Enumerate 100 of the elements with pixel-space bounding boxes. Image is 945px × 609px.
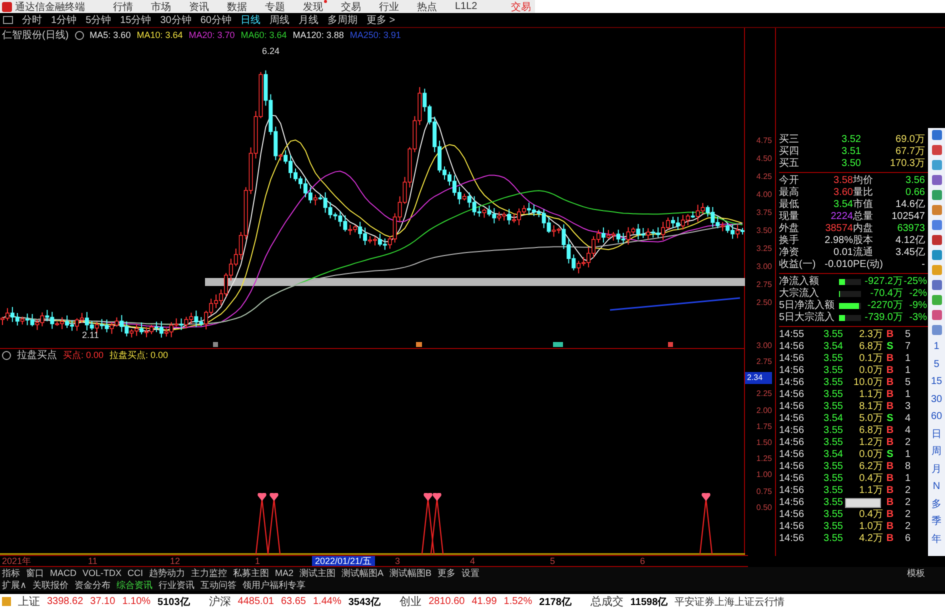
menu-item[interactable]: 行业 [379, 0, 403, 14]
indicator-tab[interactable]: 私募主图 [233, 566, 270, 580]
index-name: 沪深 [208, 594, 231, 609]
extension-tab[interactable]: 互动问答 [200, 578, 237, 592]
indicator-tab[interactable]: 更多 [438, 566, 456, 580]
extension-tab[interactable]: 综合资讯 [116, 578, 153, 592]
stat-label: 收益(一) [779, 259, 817, 271]
indicator-tab[interactable]: MACD [50, 568, 76, 578]
indicator-tab[interactable]: 指标 [2, 566, 20, 580]
tile-icon[interactable] [932, 310, 942, 320]
indicator-tab[interactable]: CCI [128, 568, 144, 578]
indicator-tab[interactable]: 测试幅图B [390, 566, 432, 580]
period-tab[interactable]: 多周期 [328, 13, 358, 27]
indicator-value: 买点: 0.00 [63, 348, 104, 362]
period-tab[interactable]: 30分钟 [160, 13, 192, 27]
trade-side: S [886, 341, 894, 353]
trade-volume: 6.8万 [859, 425, 883, 436]
trade-price: 3.55 [822, 377, 843, 389]
tile-icon[interactable] [932, 160, 942, 170]
flow-percent: -3% [908, 312, 927, 324]
tile-icon[interactable] [932, 265, 942, 275]
tile-icon[interactable] [932, 325, 942, 335]
menu-item[interactable]: 资讯 [189, 0, 213, 14]
circle-icon[interactable] [74, 30, 84, 40]
stat-value: 3.45亿 [894, 247, 925, 259]
period-button[interactable]: 15 [930, 373, 942, 390]
tile-icon[interactable] [932, 235, 942, 245]
stat-label: 最高 [779, 187, 800, 199]
period-button[interactable]: 周 [932, 443, 942, 460]
indicator-tab[interactable]: 主力监控 [191, 566, 228, 580]
trade-side: B [885, 485, 895, 497]
menu-item[interactable]: 行情 [113, 0, 137, 14]
trade-link[interactable]: 交易 [511, 0, 531, 14]
tile-icon[interactable] [932, 130, 942, 140]
period-tab[interactable]: 月线 [298, 13, 318, 27]
stat-label: 外盘 [779, 223, 800, 234]
menu-item[interactable]: 交易 [341, 0, 365, 14]
extension-tab[interactable]: 行业资讯 [158, 578, 195, 592]
flow-value: -739.0万 [864, 312, 903, 324]
trade-side: B [885, 533, 895, 545]
period-button[interactable]: 多 [932, 496, 942, 513]
tile-icon[interactable] [932, 175, 942, 185]
indicator-tab[interactable]: MA2 [275, 568, 294, 578]
trade-volume: 0.4万 [859, 473, 883, 484]
menu-item[interactable]: 市场 [151, 0, 175, 14]
menu-item[interactable]: 发现 [303, 0, 327, 14]
period-button[interactable]: 年 [932, 530, 942, 548]
period-tab[interactable]: 60分钟 [200, 13, 232, 27]
period-button[interactable]: 月 [932, 460, 942, 478]
stat-label: 流通 [853, 247, 874, 259]
tile-icon[interactable] [932, 205, 942, 215]
template-button[interactable]: 模板 [907, 566, 925, 580]
time-axis-label: 3 [395, 556, 400, 566]
extension-tab[interactable]: 资金分布 [74, 578, 111, 592]
period-tab[interactable]: 周线 [270, 13, 290, 27]
trade-time: 14:56 [779, 449, 806, 461]
trade-price: 3.54 [822, 449, 843, 461]
period-tab[interactable]: 更多 > [366, 13, 396, 27]
indicator-tab[interactable]: 设置 [462, 566, 480, 580]
trade-count: 1 [904, 473, 912, 485]
circle-icon[interactable] [2, 350, 11, 360]
indicator-value: 拉盘买点: 0.00 [110, 348, 168, 362]
tile-icon[interactable] [932, 280, 942, 290]
extension-tab[interactable]: 领用户福利专享 [242, 578, 306, 592]
period-tab[interactable]: 分时 [22, 13, 42, 27]
axis-label: 1.50 [756, 436, 772, 449]
tile-icon[interactable] [932, 190, 942, 200]
period-button[interactable]: N [932, 478, 940, 496]
tile-icon[interactable] [932, 145, 942, 155]
menu-item[interactable]: 数据 [227, 0, 251, 14]
stat-value: 63973 [896, 223, 925, 235]
extension-tab[interactable]: 扩展∧ [2, 578, 27, 592]
tile-icon[interactable] [932, 220, 942, 230]
extension-tab[interactable]: 关联报价 [32, 578, 69, 592]
indicator-tab[interactable]: 趋势动力 [149, 566, 186, 580]
indicator-tab[interactable]: 测试主图 [300, 566, 336, 580]
axis-label: 1.25 [756, 453, 772, 466]
menu-item[interactable]: L1L2 [455, 1, 482, 12]
menu-item[interactable]: 热点 [417, 0, 441, 14]
ime-toolbar[interactable] [845, 498, 881, 508]
indicator-tab[interactable]: VOL-TDX [82, 568, 122, 578]
period-button[interactable]: 日 [932, 426, 942, 443]
period-button[interactable]: 30 [930, 390, 942, 408]
tile-icon[interactable] [932, 250, 942, 260]
tile-icon[interactable] [932, 295, 942, 305]
trade-side: S [886, 449, 894, 461]
indicator-tab[interactable]: 窗口 [26, 566, 44, 580]
period-button[interactable]: 季 [932, 513, 942, 530]
indicator-tab[interactable]: 测试幅图A [342, 566, 384, 580]
axis-label: 4.00 [756, 189, 772, 201]
menu-item[interactable]: 专题 [265, 0, 289, 14]
period-button[interactable]: 1 [934, 338, 940, 356]
flow-value: -2270万 [866, 300, 903, 312]
period-tab[interactable]: 5分钟 [86, 13, 112, 27]
period-button[interactable]: 5 [934, 356, 940, 373]
period-button[interactable]: 60 [930, 408, 942, 426]
period-tab[interactable]: 日线 [240, 13, 260, 27]
window-icon[interactable] [3, 16, 13, 24]
period-tab[interactable]: 1分钟 [51, 13, 77, 27]
period-tab[interactable]: 15分钟 [120, 13, 152, 27]
